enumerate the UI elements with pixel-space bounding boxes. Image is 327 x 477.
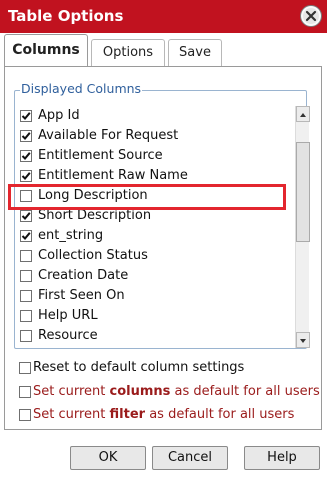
check-icon	[21, 212, 31, 220]
column-label: Entitlement Raw Name	[38, 168, 188, 183]
table-options-dialog: Table Options Columns Options Save Displ…	[0, 0, 327, 477]
close-icon	[305, 10, 317, 22]
column-option[interactable]: Resource	[20, 326, 292, 346]
column-label: Creation Date	[38, 268, 129, 283]
set-default-columns-option[interactable]: Set current columns as default for all u…	[19, 382, 320, 402]
column-label: Help URL	[38, 308, 98, 323]
column-checkbox[interactable]	[20, 330, 32, 342]
column-option[interactable]: First Seen On	[20, 286, 292, 306]
column-checkbox[interactable]	[20, 170, 32, 182]
scroll-thumb[interactable]	[296, 142, 310, 242]
column-option[interactable]: Creation Date	[20, 266, 292, 286]
set-default-filter-checkbox[interactable]	[19, 409, 31, 421]
column-checkbox[interactable]	[20, 130, 32, 142]
displayed-columns-legend: Displayed Columns	[20, 81, 143, 97]
column-label: App Id	[38, 108, 80, 123]
scroll-up-button[interactable]	[296, 106, 310, 122]
column-option[interactable]: Help URL	[20, 306, 292, 326]
column-checkbox[interactable]	[20, 310, 32, 322]
column-option[interactable]: Available For Request	[20, 126, 292, 146]
window-title: Table Options	[8, 7, 124, 25]
column-label: First Seen On	[38, 288, 125, 303]
column-checkbox[interactable]	[20, 290, 32, 302]
tab-options[interactable]: Options	[91, 39, 165, 66]
column-checkbox[interactable]	[20, 230, 32, 242]
check-icon	[21, 132, 31, 140]
column-label: ent_string	[38, 228, 104, 243]
cancel-button[interactable]: Cancel	[152, 446, 228, 470]
check-icon	[21, 172, 31, 180]
arrow-up-icon	[300, 113, 306, 117]
tab-columns[interactable]: Columns	[4, 34, 88, 67]
column-label: Resource	[38, 328, 98, 343]
set-default-filter-option[interactable]: Set current filter as default for all us…	[19, 405, 319, 425]
reset-columns-option[interactable]: Reset to default column settings	[19, 358, 319, 378]
column-option[interactable]: ent_string	[20, 226, 292, 246]
reset-columns-label: Reset to default column settings	[33, 360, 245, 375]
scroll-down-button[interactable]	[296, 332, 310, 348]
check-icon	[21, 112, 31, 120]
column-checkbox[interactable]	[20, 150, 32, 162]
displayed-columns-list: App Id Available For Request Entitlement S…	[20, 106, 292, 346]
set-default-columns-label: Set current columns as default for all u…	[33, 384, 320, 399]
tab-save[interactable]: Save	[168, 39, 222, 66]
set-default-columns-checkbox[interactable]	[19, 386, 31, 398]
column-checkbox[interactable]	[20, 270, 32, 282]
column-option[interactable]: App Id	[20, 106, 292, 126]
check-icon	[21, 152, 31, 160]
column-option[interactable]: Entitlement Raw Name	[20, 166, 292, 186]
column-label: Available For Request	[38, 128, 179, 143]
column-checkbox[interactable]	[20, 210, 32, 222]
column-checkbox[interactable]	[20, 110, 32, 122]
column-checkbox[interactable]	[20, 250, 32, 262]
title-bar: Table Options	[0, 0, 327, 33]
highlight-box	[8, 184, 286, 210]
column-option[interactable]: Collection Status	[20, 246, 292, 266]
set-default-filter-label: Set current filter as default for all us…	[33, 407, 295, 422]
column-option[interactable]: Entitlement Source	[20, 146, 292, 166]
ok-button[interactable]: OK	[70, 446, 146, 470]
help-button[interactable]: Help	[244, 446, 320, 470]
column-list-scrollbar[interactable]	[295, 106, 310, 348]
check-icon	[21, 232, 31, 240]
close-button[interactable]	[300, 5, 322, 27]
reset-columns-checkbox[interactable]	[19, 362, 31, 374]
arrow-down-icon	[300, 339, 306, 343]
column-label: Collection Status	[38, 248, 148, 263]
column-label: Entitlement Source	[38, 148, 163, 163]
